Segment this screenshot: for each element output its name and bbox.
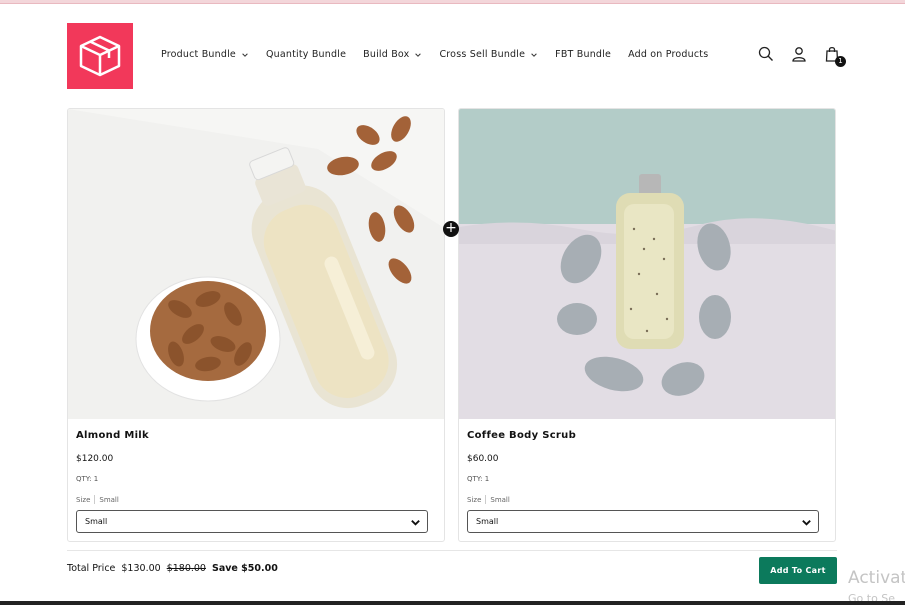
- size-label: Size: [76, 495, 91, 504]
- product-price: $60.00: [467, 454, 499, 464]
- nav-label: Product Bundle: [161, 49, 236, 60]
- search-icon[interactable]: [758, 46, 774, 62]
- select-value: Small: [85, 517, 108, 526]
- header-icons: 1: [758, 46, 846, 67]
- nav-label: Cross Sell Bundle: [439, 49, 526, 60]
- nav-product-bundle[interactable]: Product Bundle: [161, 49, 249, 60]
- store-logo[interactable]: [67, 23, 133, 89]
- size-value: Small: [99, 495, 119, 504]
- account-icon[interactable]: [791, 46, 807, 62]
- size-select[interactable]: Small: [76, 510, 428, 533]
- select-value: Small: [476, 517, 499, 526]
- nav-fbt-bundle[interactable]: FBT Bundle: [555, 49, 611, 60]
- nav-quantity-bundle[interactable]: Quantity Bundle: [266, 49, 346, 60]
- chevron-down-icon: [411, 520, 420, 526]
- total-label: Total Price: [67, 563, 116, 574]
- size-value: Small: [490, 495, 510, 504]
- product-price: $120.00: [76, 454, 114, 464]
- nav-label: FBT Bundle: [555, 49, 612, 60]
- product-qty: QTY: 1: [467, 475, 490, 483]
- product-size: Size Small: [467, 495, 510, 504]
- total-price: $130.00: [121, 563, 161, 574]
- chevron-down-icon: [415, 52, 422, 57]
- chevron-down-icon: [242, 52, 248, 57]
- activation-watermark: Activat: [848, 568, 905, 588]
- add-to-cart-button[interactable]: Add To Cart: [759, 557, 837, 584]
- size-select[interactable]: Small: [467, 510, 819, 533]
- size-separator: [485, 495, 487, 504]
- box-icon: [79, 35, 121, 77]
- nav-cross-sell-bundle[interactable]: Cross Sell Bundle: [439, 49, 538, 60]
- product-qty: QTY: 1: [76, 475, 99, 483]
- bottom-bar: [0, 601, 905, 605]
- chevron-down-icon: [531, 52, 537, 57]
- product-image-almond-milk[interactable]: [68, 109, 444, 419]
- product-title[interactable]: Almond Milk: [76, 430, 149, 441]
- plus-icon: +: [443, 221, 459, 237]
- nav-label: Add on Products: [628, 49, 709, 60]
- top-border: [0, 0, 905, 4]
- original-price: $180.00: [166, 563, 206, 574]
- chevron-down-icon: [802, 520, 811, 526]
- cart-icon[interactable]: 1: [824, 46, 846, 67]
- product-title[interactable]: Coffee Body Scrub: [467, 430, 576, 441]
- size-separator: [94, 495, 96, 504]
- summary-divider: [67, 550, 837, 551]
- bundle-total: Total Price $130.00 $180.00 Save $50.00: [67, 563, 278, 574]
- product-image-coffee-body-scrub[interactable]: [459, 109, 835, 419]
- size-label: Size: [467, 495, 482, 504]
- product-size: Size Small: [76, 495, 119, 504]
- savings-text: Save $50.00: [211, 563, 278, 574]
- cart-count-badge: 1: [835, 56, 846, 67]
- main-nav: Product Bundle Quantity Bundle Build Box…: [161, 49, 725, 60]
- nav-build-box[interactable]: Build Box: [363, 49, 422, 60]
- product-card: Coffee Body Scrub $60.00 QTY: 1 Size Sma…: [458, 108, 836, 542]
- product-card: Almond Milk $120.00 QTY: 1 Size Small Sm…: [67, 108, 445, 542]
- nav-add-on-products[interactable]: Add on Products: [628, 49, 708, 60]
- nav-label: Build Box: [363, 49, 410, 60]
- nav-label: Quantity Bundle: [265, 49, 347, 60]
